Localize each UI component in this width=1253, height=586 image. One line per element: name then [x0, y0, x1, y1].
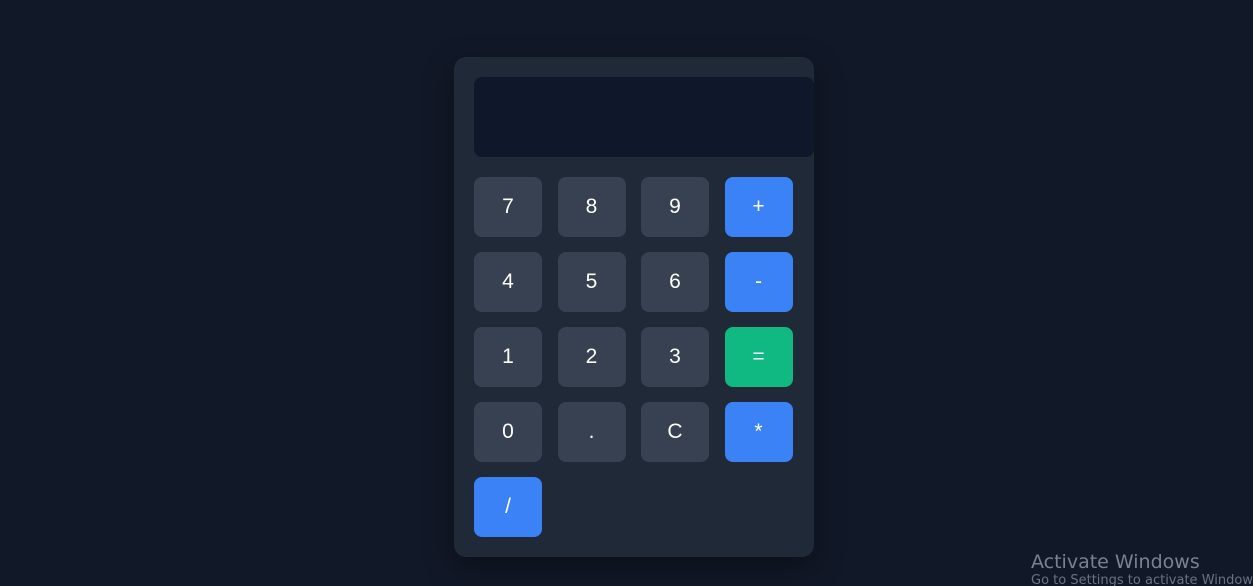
key-3[interactable]: 3	[641, 327, 709, 387]
key-divide[interactable]: /	[474, 477, 542, 537]
key-8[interactable]: 8	[557, 177, 626, 237]
key-7[interactable]: 7	[474, 177, 542, 237]
key-add[interactable]: +	[724, 177, 793, 237]
watermark-subtitle: Go to Settings to activate Windows.	[1031, 573, 1253, 586]
keypad: 7 8 9 + 4 5 6 - 1 2 3 = 0 . C * /	[474, 177, 793, 537]
key-0[interactable]: 0	[474, 402, 542, 462]
key-subtract[interactable]: -	[724, 252, 793, 312]
key-4[interactable]: 4	[474, 252, 542, 312]
key-2[interactable]: 2	[557, 327, 626, 387]
key-6[interactable]: 6	[641, 252, 709, 312]
activate-windows-watermark: Activate Windows Go to Settings to activ…	[1031, 551, 1253, 586]
key-clear[interactable]: C	[641, 402, 709, 462]
key-5[interactable]: 5	[557, 252, 626, 312]
key-9[interactable]: 9	[641, 177, 709, 237]
watermark-title: Activate Windows	[1031, 551, 1200, 573]
key-equals[interactable]: =	[724, 327, 793, 387]
calculator: 7 8 9 + 4 5 6 - 1 2 3 = 0 . C * /	[454, 57, 814, 557]
key-multiply[interactable]: *	[724, 402, 793, 462]
page: 7 8 9 + 4 5 6 - 1 2 3 = 0 . C * / Activa…	[0, 0, 1253, 586]
calculator-display[interactable]	[474, 77, 814, 157]
key-decimal[interactable]: .	[557, 402, 626, 462]
key-1[interactable]: 1	[474, 327, 542, 387]
